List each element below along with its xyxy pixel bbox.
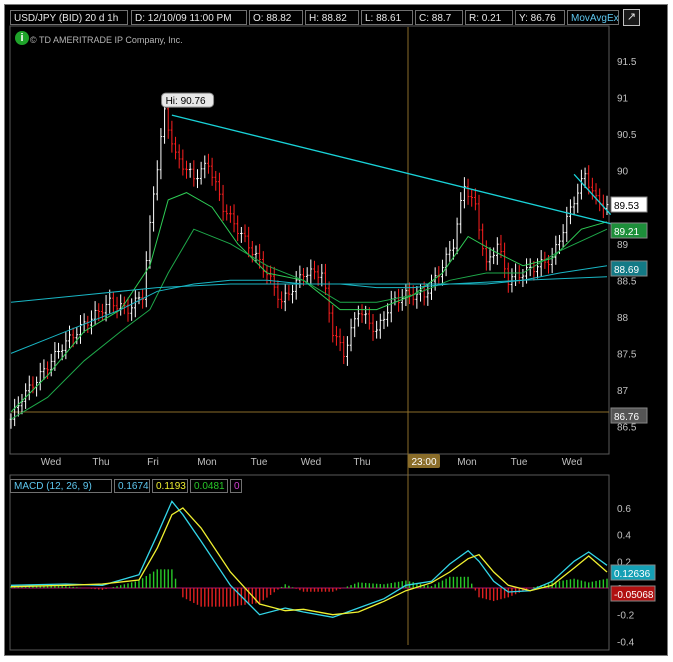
price-y-tick: 89 <box>617 240 629 251</box>
macd-label[interactable]: MACD (12, 26, 9) <box>10 479 112 493</box>
price-badge-label: 89.21 <box>614 227 639 238</box>
price-y-tick: 86.5 <box>617 423 637 434</box>
moving-average-line <box>10 276 608 303</box>
open-label: O: 88.82 <box>249 10 303 25</box>
price-x-tick: Mon <box>457 457 476 468</box>
price-x-tick: Wed <box>301 457 321 468</box>
symbol-label[interactable]: USD/JPY (BID) 20 d 1h <box>10 10 128 25</box>
macd-y-tick: -0.4 <box>617 637 635 648</box>
close-label: C: 88.7 <box>415 10 463 25</box>
macd-badge-label: 0.12636 <box>614 569 651 580</box>
study-label[interactable]: MovAvgExpon... <box>567 10 619 25</box>
price-x-tick: Thu <box>353 457 370 468</box>
price-badge-label: 89.53 <box>614 201 639 212</box>
price-y-tick: 87 <box>617 386 629 397</box>
high-bubble-label: Hi: 90.76 <box>166 96 206 107</box>
macd-value: 0.1674 <box>114 479 150 493</box>
moving-average-line <box>10 192 608 413</box>
price-y-tick: 91.5 <box>617 57 637 68</box>
macd-avg: 0.1193 <box>152 479 188 493</box>
price-x-tick: Wed <box>562 457 582 468</box>
price-x-tick: Tue <box>511 457 528 468</box>
macd-y-tick: 0.4 <box>617 531 631 542</box>
price-x-tick: Thu <box>92 457 109 468</box>
chart-canvas: 91.59190.59089.58988.58887.58786.5WedThu… <box>9 25 656 651</box>
date-label: D: 12/10/09 11:00 PM <box>131 10 247 25</box>
price-x-tick: Tue <box>251 457 268 468</box>
price-y-tick: 88 <box>617 313 629 324</box>
low-label: L: 88.61 <box>361 10 413 25</box>
macd-y-tick: 0.6 <box>617 504 631 515</box>
trendline <box>171 114 619 227</box>
moving-average-line <box>10 228 608 420</box>
macd-diff: 0.0481 <box>190 479 228 493</box>
macd-series-line <box>10 507 608 616</box>
price-plot-border <box>9 25 610 455</box>
macd-badge-label: -0.05068 <box>614 590 654 601</box>
y-label: Y: 86.76 <box>515 10 565 25</box>
price-y-tick: 90.5 <box>617 130 637 141</box>
macd-y-tick: -0.2 <box>617 611 635 622</box>
price-y-tick: 91 <box>617 94 629 105</box>
price-badge-label: 86.76 <box>614 412 639 423</box>
chart-frame: 91.59190.59089.58988.58887.58786.5WedThu… <box>4 4 668 656</box>
high-label: H: 88.82 <box>305 10 359 25</box>
macd-plot-border <box>9 474 610 651</box>
price-x-tick: Wed <box>41 457 61 468</box>
price-badge-label: 88.69 <box>614 265 639 276</box>
range-label: R: 0.21 <box>465 10 513 25</box>
expand-arrow-icon[interactable]: ↗ <box>623 9 640 26</box>
macd-extra: 0 <box>230 479 242 493</box>
copyright-text: © TD AMERITRADE IP Company, Inc. <box>30 35 183 45</box>
price-x-tick: Mon <box>197 457 216 468</box>
cursor-time-label: 23:00 <box>411 457 436 468</box>
moving-average-line <box>10 265 608 354</box>
info-icon[interactable]: i <box>15 31 29 45</box>
price-x-tick: Fri <box>147 457 159 468</box>
price-y-tick: 88.5 <box>617 276 637 287</box>
price-y-tick: 87.5 <box>617 349 637 360</box>
macd-series-line <box>10 500 608 618</box>
price-y-tick: 90 <box>617 167 629 178</box>
